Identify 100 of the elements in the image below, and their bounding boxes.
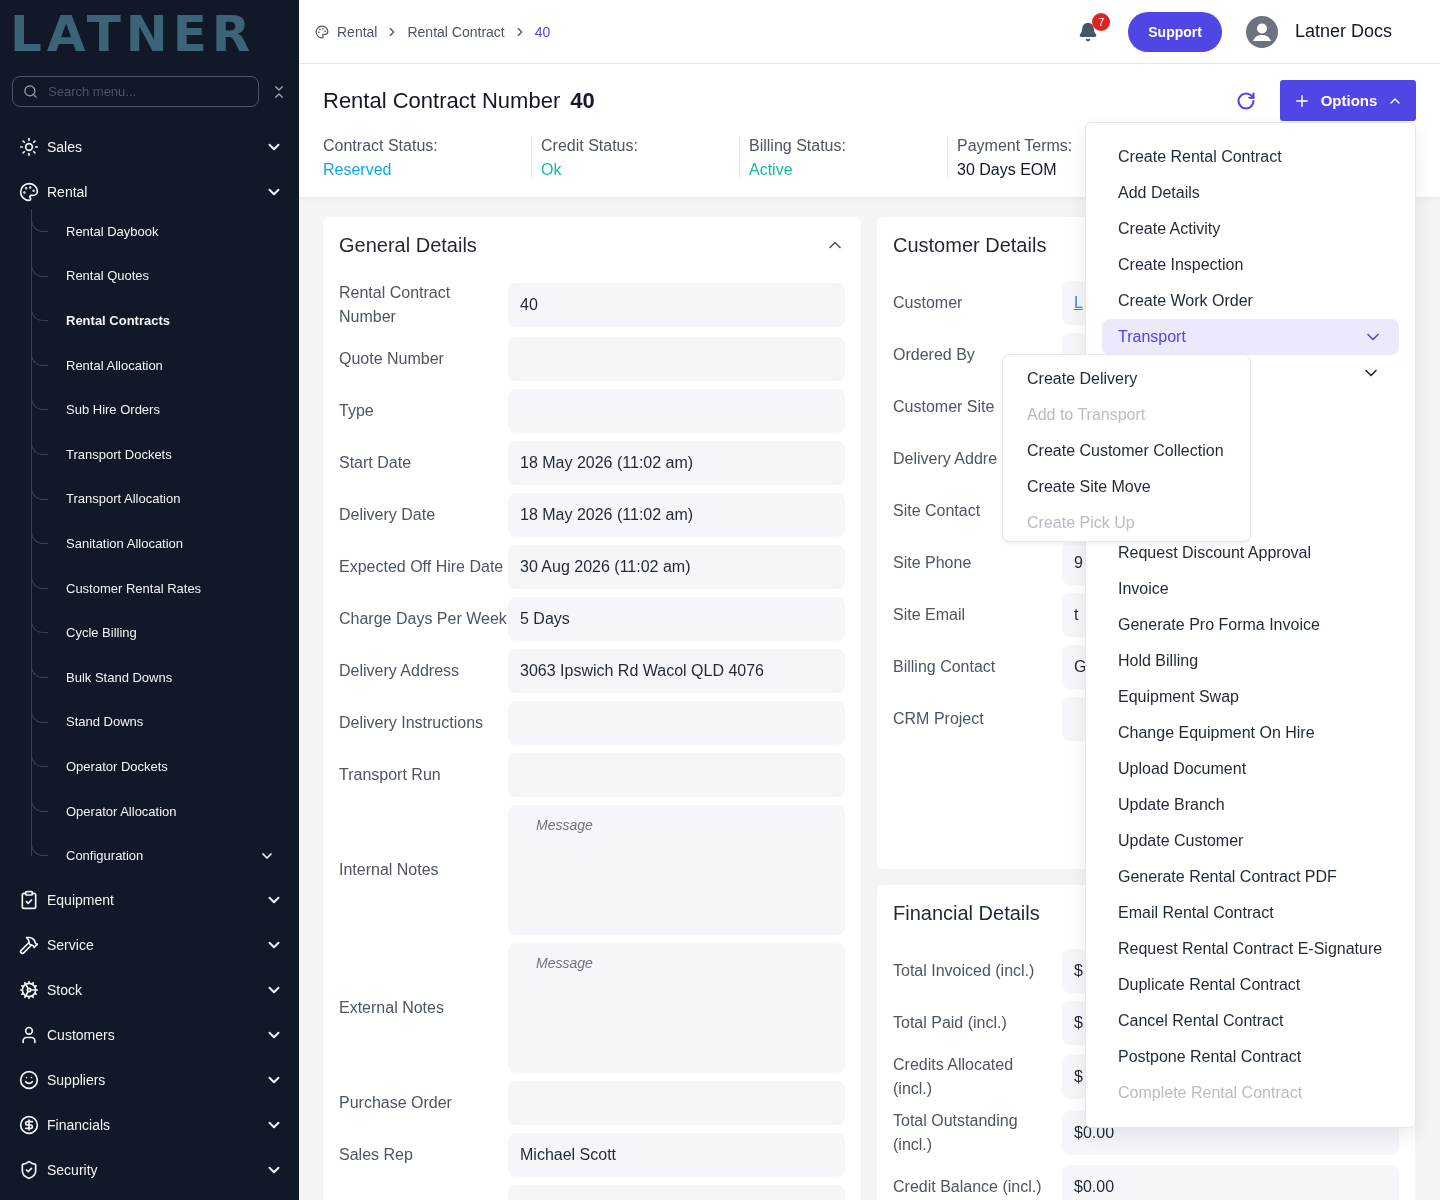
person-icon <box>19 1025 39 1046</box>
field-label: Delivery Addre <box>893 449 998 469</box>
field-label: Site Contact <box>893 501 981 521</box>
menu-item[interactable]: Hold Billing <box>1102 643 1399 679</box>
menu-item[interactable]: Equipment Swap <box>1102 679 1399 715</box>
shield-icon <box>19 1160 39 1181</box>
sun-icon <box>19 136 39 157</box>
sidebar-item[interactable]: Equipment <box>0 877 299 923</box>
sidebar-subitem[interactable]: Transport Allocation <box>31 476 299 522</box>
input-field[interactable]: 18 May 2026 (11:02 am) <box>508 441 845 485</box>
sidebar-subitem[interactable]: Rental Quotes <box>31 253 299 299</box>
field-label: Billing Contact <box>893 657 996 677</box>
menu-item[interactable]: Update Branch <box>1102 787 1399 823</box>
breadcrumb-link[interactable]: Rental Contract <box>407 23 505 40</box>
field-label: Delivery Address <box>339 661 460 681</box>
menu-item[interactable]: Create Work Order <box>1102 283 1399 319</box>
sidebar-subitem[interactable]: Stand Downs <box>31 699 299 745</box>
field-label: Expected Off Hire Date <box>339 557 504 577</box>
menu-item[interactable]: Create Inspection <box>1102 247 1399 283</box>
menu-item[interactable]: Create Delivery <box>1003 361 1250 397</box>
field-label: Sales Rep <box>339 1145 413 1165</box>
menu-item[interactable]: Add Details <box>1102 175 1399 211</box>
user-name[interactable]: Latner Docs <box>1294 21 1392 42</box>
sidebar-subitem[interactable]: Operator Allocation <box>31 788 299 834</box>
sidebar-subitem[interactable]: Customer Rental Rates <box>31 565 299 611</box>
menu-item[interactable]: Update Customer <box>1102 823 1399 859</box>
field-label: Delivery Instructions <box>339 713 484 733</box>
avatar-icon[interactable] <box>1245 15 1278 48</box>
menu-item[interactable]: Transport <box>1102 319 1399 355</box>
input-field[interactable]: 40 <box>508 283 845 327</box>
notes-field[interactable]: Message <box>508 805 845 935</box>
breadcrumb-link[interactable]: 40 <box>534 23 551 40</box>
notes-field[interactable]: Message <box>508 943 845 1073</box>
sidebar-item[interactable]: Stock <box>0 967 299 1013</box>
input-field[interactable]: 18 May 2026 (11:02 am) <box>508 493 845 537</box>
menu-item[interactable]: Request Rental Contract E-Signature <box>1102 931 1399 967</box>
refresh-icon[interactable] <box>1236 90 1256 111</box>
menu-item[interactable]: Change Equipment On Hire <box>1102 715 1399 751</box>
sidebar-subitem[interactable]: Sanitation Allocation <box>31 521 299 566</box>
field-label: Purchase Order <box>339 1093 452 1113</box>
field-label: Customer Site <box>893 397 995 417</box>
search-icon <box>23 84 38 99</box>
status-label: Payment Terms: <box>957 137 1074 155</box>
field-label: Quote Number <box>339 349 444 369</box>
menu-item[interactable]: Create Site Move <box>1003 469 1250 505</box>
hammer-icon <box>19 935 39 956</box>
menu-item[interactable]: Upload Document <box>1102 751 1399 787</box>
input-field[interactable]: 3063 Ipswich Rd Wacol QLD 4076 <box>508 649 845 693</box>
placeholder-text: Message <box>536 817 593 833</box>
field-label: Rental Contract Number <box>339 283 452 327</box>
support-button[interactable]: Support <box>1128 11 1222 52</box>
input-field[interactable]: 5 Days <box>508 597 845 641</box>
field-label: Charge Days Per Week <box>339 609 507 629</box>
breadcrumb-link[interactable]: Rental <box>337 23 378 40</box>
menu-item[interactable]: Create Rental Contract <box>1102 139 1399 175</box>
field-label: Transport Run <box>339 765 441 785</box>
status-label: Contract Status: <box>323 137 439 155</box>
menu-item[interactable]: Cancel Rental Contract <box>1102 1003 1399 1039</box>
sidebar-subitem[interactable]: Operator Dockets <box>31 744 299 789</box>
sidebar-item[interactable]: Sales <box>0 124 299 169</box>
field-label: Total Invoiced (incl.) <box>893 961 1035 981</box>
field-label: Total Paid (incl.) <box>893 1013 1007 1033</box>
menu-item[interactable]: Generate Rental Contract PDF <box>1102 859 1399 895</box>
status-label: Billing Status: <box>749 137 847 155</box>
search-field[interactable]: Search menu... <box>12 76 259 107</box>
sidebar-subitem[interactable]: Bulk Stand Downs <box>31 654 299 700</box>
bell-icon[interactable] <box>1078 21 1099 42</box>
menu-item[interactable]: Duplicate Rental Contract <box>1102 967 1399 1003</box>
status-label: Credit Status: <box>541 137 639 155</box>
sidebar-item[interactable]: Security <box>0 1147 299 1193</box>
input-field[interactable]: 30 Aug 2026 (11:02 am) <box>508 545 845 589</box>
palette-icon <box>19 181 39 202</box>
field-label: Credit Balance (incl.) <box>893 1177 1042 1197</box>
sidebar-subitem[interactable]: Configuration <box>31 833 299 878</box>
cog-icon <box>19 980 39 1001</box>
field-label: Credits Allocated (incl.) <box>893 1055 1015 1099</box>
sidebar-item[interactable]: Suppliers <box>0 1057 299 1103</box>
field-label: Customer <box>893 293 963 313</box>
clipboard-check-icon <box>19 890 39 911</box>
menu-item[interactable]: Generate Pro Forma Invoice <box>1102 607 1399 643</box>
sidebar-item[interactable]: Financials <box>0 1102 299 1148</box>
sidebar-subitem[interactable]: Rental Allocation <box>31 342 299 388</box>
sidebar-item[interactable]: Customers <box>0 1012 299 1058</box>
status-value: Reserved <box>323 161 393 179</box>
sidebar-subitem[interactable]: Sub Hire Orders <box>31 387 299 432</box>
input-field[interactable]: Michael Scott <box>508 1133 845 1177</box>
input-field[interactable]: $0.00 <box>1062 1165 1399 1200</box>
menu-item[interactable]: Create Customer Collection <box>1003 433 1250 469</box>
menu-item[interactable]: Email Rental Contract <box>1102 895 1399 931</box>
menu-item[interactable]: Invoice <box>1102 571 1399 607</box>
options-button[interactable]: Options <box>1280 80 1416 121</box>
sidebar-item[interactable]: Service <box>0 922 299 968</box>
palette-icon <box>315 24 329 39</box>
sidebar-subitem[interactable]: Transport Dockets <box>31 431 299 477</box>
field-label: Internal Notes <box>339 860 439 880</box>
sidebar-subitem[interactable]: Rental Contracts <box>31 298 299 343</box>
sidebar-subitem[interactable]: Cycle Billing <box>31 610 299 655</box>
card-title: General Details <box>339 233 477 257</box>
menu-item[interactable]: Postpone Rental Contract <box>1102 1039 1399 1075</box>
menu-item[interactable]: Create Activity <box>1102 211 1399 247</box>
